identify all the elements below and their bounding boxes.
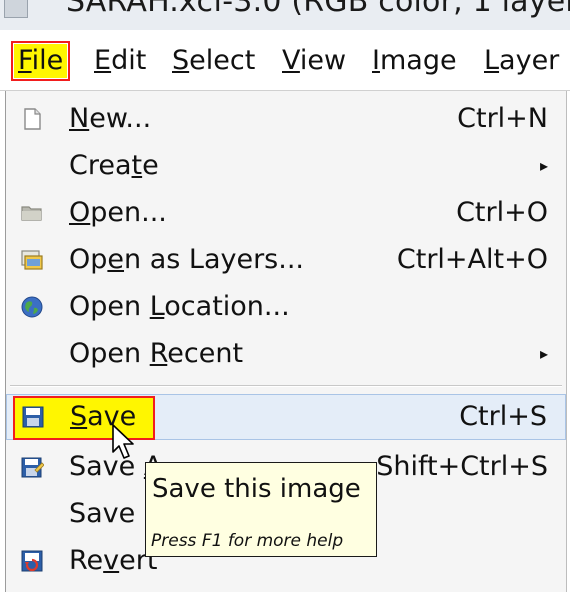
menu-view[interactable]: View: [278, 44, 350, 78]
save-icon: [21, 405, 45, 429]
submenu-arrow-icon: ▸: [539, 156, 548, 175]
menu-layer[interactable]: Layer: [480, 44, 563, 78]
menu-item-new[interactable]: New... Ctrl+N: [6, 95, 566, 143]
menu-edit[interactable]: Edit: [90, 44, 150, 78]
menu-item-create[interactable]: Create ▸: [6, 142, 566, 190]
menu-item-open-as-layers[interactable]: Open as Layers... Ctrl+Alt+O: [6, 236, 566, 284]
menu-item-label: Open...: [69, 197, 167, 228]
app-icon: [4, 0, 28, 18]
new-document-icon: [20, 107, 44, 131]
menu-item-label: Open Location...: [69, 291, 290, 322]
menu-item-label: Open Recent: [69, 338, 244, 369]
menu-item-label: New...: [69, 103, 152, 134]
mouse-pointer-icon: [112, 424, 138, 462]
menu-item-shortcut: Ctrl+Alt+O: [396, 244, 548, 275]
window-title: SARAH.xcf-3.0 (RGB color, 1 layer) 2032: [66, 0, 570, 19]
save-as-icon: [20, 455, 45, 479]
open-as-layers-icon: [20, 248, 44, 272]
menu-item-label: Create: [69, 150, 159, 181]
menu-bar: File Edit Select View Image Layer: [0, 30, 570, 91]
menu-item-shortcut: Ctrl+N: [457, 103, 548, 134]
menu-file[interactable]: File: [10, 41, 71, 81]
menu-item-shortcut: Ctrl+O: [456, 197, 548, 228]
menu-item-save[interactable]: Save Ctrl+S: [6, 394, 566, 440]
menu-item-open[interactable]: Open... Ctrl+O: [6, 189, 566, 237]
save-tooltip: Save this image Press F1 for more help: [145, 462, 377, 557]
window-title-bar: SARAH.xcf-3.0 (RGB color, 1 layer) 2032: [0, 0, 570, 30]
menu-item-shortcut: Ctrl+S: [459, 401, 547, 432]
menu-item-shortcut: Shift+Ctrl+S: [376, 451, 548, 482]
folder-icon: [20, 201, 44, 225]
submenu-arrow-icon: ▸: [539, 344, 548, 363]
menu-item-label: Open as Layers...: [69, 244, 304, 275]
tooltip-help-text: Press F1 for more help: [151, 531, 344, 551]
menu-image[interactable]: Image: [368, 44, 461, 78]
menu-item-open-location[interactable]: Open Location...: [6, 283, 566, 331]
revert-icon: [20, 549, 44, 573]
menu-select[interactable]: Select: [168, 44, 259, 78]
globe-icon: [20, 295, 44, 319]
menu-item-open-recent[interactable]: Open Recent ▸: [6, 330, 566, 378]
menu-separator: [10, 385, 562, 387]
tooltip-text: Save this image: [152, 474, 361, 504]
